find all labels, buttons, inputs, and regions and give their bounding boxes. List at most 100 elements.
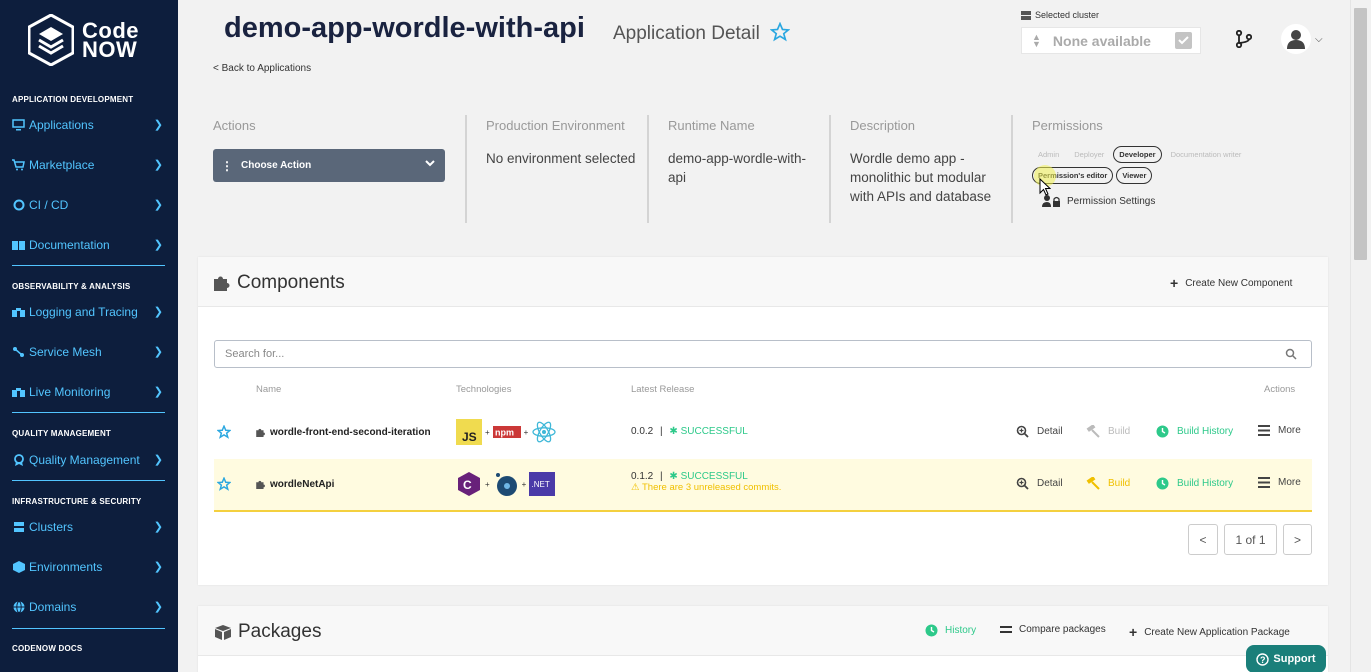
codenow-logo-icon	[28, 14, 74, 66]
star-icon[interactable]	[217, 477, 231, 491]
choose-action-label: Choose Action	[241, 160, 312, 171]
sidebar-item-cicd[interactable]: CI / CD ❯	[0, 194, 178, 216]
build-button[interactable]: Build	[1086, 425, 1130, 438]
components-title-text: Components	[237, 272, 345, 293]
compare-label: Compare packages	[1019, 624, 1106, 635]
sidebar-item-live-monitoring[interactable]: Live Monitoring ❯	[0, 381, 178, 403]
plus-icon: +	[523, 427, 529, 437]
create-component-button[interactable]: + Create New Component	[1170, 275, 1292, 291]
chevron-right-icon: ❯	[153, 119, 163, 131]
more-button[interactable]: More	[1258, 425, 1301, 436]
component-search-input[interactable]: Search for...	[214, 340, 1312, 368]
permission-tag[interactable]: Developer	[1113, 146, 1162, 163]
permission-tag[interactable]: Admin	[1032, 146, 1065, 163]
table-row[interactable]: wordleNetApi C + + .NET 0.1.2 | ✱ SUCCES…	[214, 459, 1312, 512]
sidebar-item-clusters[interactable]: Clusters ❯	[0, 516, 178, 538]
binoculars-icon	[12, 386, 25, 399]
plus-icon: +	[1170, 275, 1179, 291]
sidebar-item-quality-management[interactable]: Quality Management ❯	[0, 449, 178, 471]
component-name[interactable]: wordle-front-end-second-iteration	[256, 427, 431, 438]
packages-history-button[interactable]: History	[925, 624, 976, 637]
logo-line2: NOW	[82, 37, 138, 62]
favorite-star-icon[interactable]	[770, 22, 790, 42]
sidebar-divider	[12, 628, 165, 629]
sidebar-item-domains[interactable]: Domains ❯	[0, 596, 178, 618]
sidebar-item-environments[interactable]: Environments ❯	[0, 556, 178, 578]
support-label: Support	[1273, 653, 1316, 665]
runtime-name-label: Runtime Name	[668, 118, 755, 133]
git-branch-icon[interactable]	[1236, 30, 1252, 48]
back-link[interactable]: < Back to Applications	[213, 63, 311, 74]
compare-packages-button[interactable]: Compare packages	[1000, 624, 1106, 635]
detail-label: Detail	[1037, 478, 1063, 489]
chevron-down-icon	[425, 160, 435, 167]
warning-text: There are 3 unreleased commits.	[642, 482, 782, 493]
section-quality: QUALITY MANAGEMENT	[12, 429, 112, 438]
award-icon	[12, 454, 25, 467]
plus-icon: +	[485, 427, 490, 437]
sidebar-divider	[12, 480, 165, 481]
choose-action-dropdown[interactable]: ⋮ Choose Action	[213, 149, 445, 182]
chevron-right-icon: ❯	[153, 306, 163, 318]
permission-tag[interactable]: Viewer	[1116, 167, 1153, 184]
components-header: Components + Create New Component	[198, 257, 1328, 307]
build-label: Build	[1108, 426, 1131, 437]
scrollbar-thumb[interactable]	[1354, 8, 1367, 260]
vertical-dots-icon: ⋮	[221, 158, 233, 173]
react-icon	[532, 421, 556, 443]
puzzle-icon	[256, 480, 265, 489]
more-button[interactable]: More	[1258, 477, 1301, 488]
detail-button[interactable]: Detail	[1016, 477, 1063, 490]
zoom-icon	[1016, 477, 1029, 490]
zoom-icon	[1016, 425, 1029, 438]
scrollbar[interactable]	[1350, 0, 1371, 672]
detail-button[interactable]: Detail	[1016, 425, 1063, 438]
book-icon	[12, 239, 25, 252]
chevron-right-icon: ❯	[153, 561, 163, 573]
permission-tag[interactable]: Documentation writer	[1165, 146, 1248, 163]
runtime-name-col: Runtime Name demo-app-wordle-with-api	[668, 115, 818, 225]
sidebar-label: Domains	[29, 600, 77, 614]
sidebar-item-service-mesh[interactable]: Service Mesh ❯	[0, 341, 178, 363]
sidebar-item-applications[interactable]: Applications ❯	[0, 114, 178, 136]
svg-text:?: ?	[1260, 655, 1266, 665]
table-row[interactable]: wordle-front-end-second-iteration JS + n…	[214, 407, 1312, 459]
permission-settings-link[interactable]: Permission Settings	[1042, 194, 1312, 208]
production-env-value: No environment selected	[486, 151, 636, 166]
release-version: 0.0.2	[631, 426, 654, 437]
packages-title-text: Packages	[238, 621, 322, 642]
star-icon[interactable]	[217, 425, 231, 439]
user-menu[interactable]: ⌵	[1281, 24, 1323, 54]
docker-icon	[495, 473, 517, 496]
cluster-select[interactable]: ▲ ▼ None available	[1021, 27, 1201, 54]
build-history-button[interactable]: Build History	[1156, 425, 1233, 438]
pager-next-button[interactable]: >	[1283, 524, 1312, 555]
pager-page-indicator: 1 of 1	[1224, 524, 1277, 555]
sidebar-item-marketplace[interactable]: Marketplace ❯	[0, 154, 178, 176]
codenow-logo[interactable]: Code NOW	[28, 14, 158, 66]
actions-label: Actions	[213, 118, 256, 133]
description-label: Description	[850, 118, 916, 133]
plus-icon: +	[521, 479, 527, 489]
search-icon	[1285, 348, 1297, 360]
sidebar-item-documentation[interactable]: Documentation ❯	[0, 234, 178, 256]
packages-panel: Packages History Compare packages + Crea…	[198, 606, 1328, 672]
binoculars-icon	[12, 306, 25, 319]
runtime-name-value: demo-app-wordle-with-api	[668, 151, 807, 185]
search-placeholder: Search for...	[225, 348, 285, 360]
support-button[interactable]: ? Support	[1246, 645, 1326, 672]
permission-tag[interactable]: Deployer	[1068, 146, 1110, 163]
sidebar-item-logging[interactable]: Logging and Tracing ❯	[0, 301, 178, 323]
javascript-icon: JS	[456, 419, 482, 445]
component-name[interactable]: wordleNetApi	[256, 479, 334, 490]
check-icon[interactable]	[1175, 32, 1192, 49]
actions-col: Actions ⋮ Choose Action	[213, 115, 453, 225]
build-history-button[interactable]: Build History	[1156, 477, 1233, 490]
section-docs: CODENOW DOCS	[12, 644, 83, 653]
create-component-label: Create New Component	[1185, 277, 1293, 289]
puzzle-icon	[256, 428, 265, 437]
pager-prev-button[interactable]: <	[1188, 524, 1218, 555]
build-button[interactable]: Build	[1086, 477, 1130, 490]
create-package-button[interactable]: + Create New Application Package	[1129, 624, 1290, 640]
latest-release: 0.1.2 | ✱ SUCCESSFUL ⚠ There are 3 unrel…	[631, 471, 781, 493]
